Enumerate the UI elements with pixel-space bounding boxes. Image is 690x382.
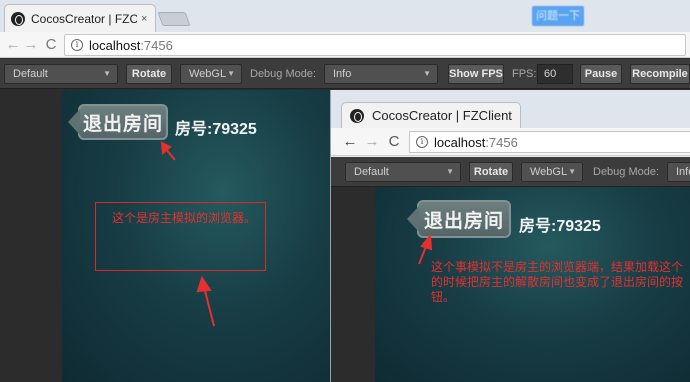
recompile-button[interactable]: Recompile	[630, 64, 690, 84]
fps-label: FPS:	[512, 68, 537, 80]
guest-device-select[interactable]: Default ▼	[345, 162, 461, 182]
browser-tabstrip: CocosCreator | FZClient × 问题一下	[0, 0, 690, 32]
guest-url-port: :7456	[485, 134, 518, 150]
pause-button[interactable]: Pause	[580, 64, 622, 84]
debug-mode-value: Info	[333, 68, 352, 80]
guest-tab-title: CocosCreator | FZClient	[372, 108, 512, 123]
debug-mode-label: Debug Mode:	[250, 68, 317, 80]
forward-arrow-icon[interactable]: →	[22, 35, 40, 55]
cocos-favicon-icon	[11, 11, 25, 26]
renderer-select-value: WebGL	[189, 68, 227, 80]
device-select-value: Default	[13, 68, 48, 80]
preview-toolbar: Default ▼ Rotate WebGL ▼ Debug Mode: Info ▼…	[0, 59, 690, 89]
info-icon[interactable]: i	[71, 39, 83, 51]
left-gutter	[0, 90, 62, 382]
guest-preview-toolbar: Default▼ Rotate WebGL▼ Debug Mode: Info	[331, 157, 690, 187]
info-icon[interactable]: i	[416, 136, 428, 148]
chevron-down-icon: ▼	[568, 167, 576, 176]
tab-title: CocosCreator | FZClient	[31, 11, 137, 26]
rotate-button[interactable]: Rotate	[126, 64, 172, 84]
guest-left-gutter	[331, 187, 375, 382]
renderer-select[interactable]: WebGL ▼	[180, 64, 242, 84]
guest-debug-mode-select[interactable]: Info	[667, 162, 690, 182]
guest-debug-mode-value: Info	[676, 166, 690, 178]
new-tab-button[interactable]	[157, 12, 191, 26]
guest-room-number-label: 房号:79325	[519, 218, 601, 235]
forward-arrow-icon[interactable]: →	[363, 132, 381, 152]
chevron-down-icon: ▼	[103, 69, 111, 78]
guest-annotation-text: 这个事模拟不是房主的浏览器端，结果加载这个的时候把房主的解散房间也变成了退出房间…	[431, 260, 684, 304]
address-bar[interactable]: i localhost :7456	[64, 34, 686, 56]
browser-navbar: ← → C i localhost :7456	[0, 32, 690, 58]
tab-close-icon[interactable]: ×	[141, 13, 147, 25]
guest-browser-tab[interactable]: CocosCreator | FZClient	[341, 102, 521, 128]
chevron-down-icon: ▼	[423, 69, 431, 78]
cocos-favicon-icon	[350, 108, 364, 123]
exit-room-button[interactable]: 退出房间	[68, 104, 168, 140]
guest-debug-mode-label: Debug Mode:	[593, 166, 660, 178]
guest-tabstrip: CocosCreator | FZClient	[331, 90, 690, 128]
blurred-button[interactable]: 问题一下	[532, 6, 584, 26]
annotation-text-host: 这个是房主模拟的浏览器。	[112, 211, 257, 225]
show-fps-button[interactable]: Show FPS	[448, 64, 504, 84]
device-select[interactable]: Default ▼	[4, 64, 118, 84]
guest-address-bar[interactable]: i localhost :7456	[409, 131, 690, 153]
reload-icon[interactable]: C	[42, 35, 60, 55]
guest-device-value: Default	[354, 166, 389, 178]
url-port: :7456	[140, 37, 173, 53]
browser-tab[interactable]: CocosCreator | FZClient ×	[4, 4, 156, 32]
guest-url-host: localhost	[434, 134, 486, 150]
reload-icon[interactable]: C	[385, 132, 403, 152]
back-arrow-icon[interactable]: ←	[341, 132, 359, 152]
chevron-down-icon: ▼	[227, 69, 235, 78]
guest-rotate-button[interactable]: Rotate	[469, 162, 513, 182]
back-arrow-icon[interactable]: ←	[4, 35, 22, 55]
chevron-down-icon: ▼	[446, 167, 454, 176]
guest-renderer-select[interactable]: WebGL ▼	[521, 162, 583, 182]
guest-exit-room-button[interactable]: 退出房间	[407, 200, 511, 238]
guest-browser-window: CocosCreator | FZClient ← → C i localhos…	[330, 90, 690, 382]
guest-renderer-value: WebGL	[530, 166, 568, 178]
room-number-label: 房号:79325	[175, 121, 257, 138]
url-host: localhost	[89, 37, 141, 53]
guest-navbar: ← → C i localhost :7456	[331, 128, 690, 156]
fps-input[interactable]: 60	[537, 64, 573, 84]
debug-mode-select[interactable]: Info ▼	[324, 64, 438, 84]
